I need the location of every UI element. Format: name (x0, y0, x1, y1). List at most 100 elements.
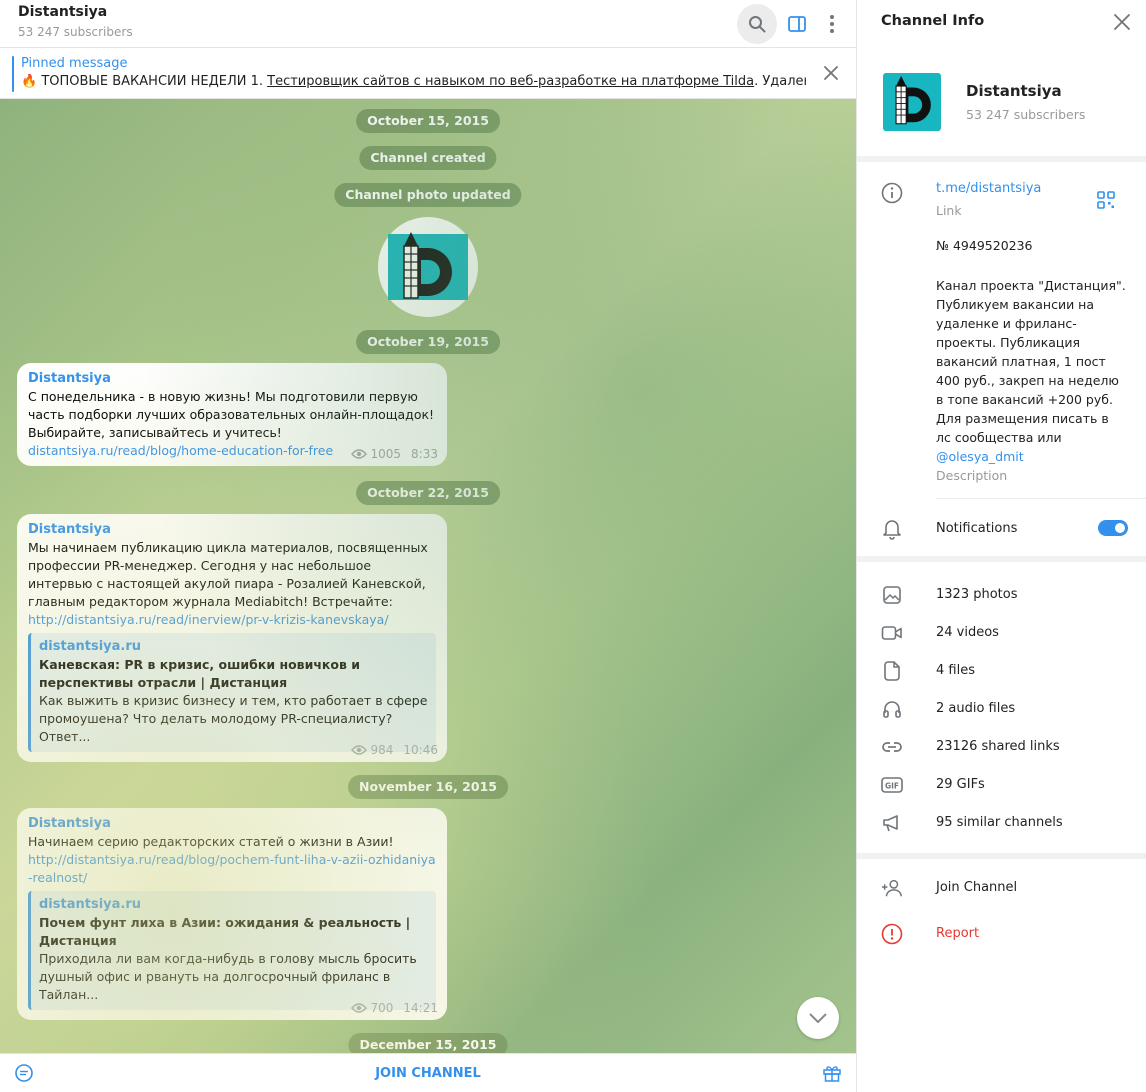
pinned-message-bar[interactable]: Pinned message 🔥 ТОПОВЫЕ ВАКАНСИИ НЕДЕЛИ… (0, 49, 856, 99)
chevron-down-icon (809, 1013, 827, 1023)
message-meta: 1005 8:33 (350, 447, 438, 461)
bell-icon (881, 518, 903, 540)
preview-description: Как выжить в кризис бизнесу и тем, кто р… (39, 693, 428, 744)
toggle-knob (1113, 521, 1127, 535)
distantsiya-logo-icon (388, 232, 468, 300)
media-links[interactable]: 23126 shared links (936, 739, 1060, 754)
date-pill: October 15, 2015 (356, 109, 500, 133)
info-icon (881, 182, 903, 204)
join-channel-button[interactable]: JOIN CHANNEL (0, 1054, 856, 1092)
message-bubble[interactable]: Distantsiya С понедельника - в новую жиз… (17, 363, 447, 466)
gift-icon (823, 1066, 841, 1082)
channel-photo[interactable] (378, 217, 478, 317)
gif-icon: GIF (881, 774, 903, 796)
message-author[interactable]: Distantsiya (28, 816, 436, 831)
more-button[interactable] (812, 4, 852, 44)
search-button[interactable] (737, 4, 777, 44)
add-user-icon (881, 877, 903, 899)
message-bubble[interactable]: Distantsiya Начинаем серию редакторских … (17, 808, 447, 1020)
qr-code-icon (1097, 191, 1115, 209)
pinned-indicator (12, 56, 14, 92)
search-icon (749, 16, 766, 33)
channel-avatar[interactable] (883, 73, 941, 131)
channel-name: Distantsiya (966, 82, 1062, 100)
chat-subscribers: 53 247 subscribers (18, 25, 133, 39)
message-time: 8:33 (411, 447, 438, 461)
link-icon (881, 736, 903, 758)
more-vertical-icon (830, 15, 834, 33)
channel-info-panel: Channel Info Distantsiya 53 247 subscrib… (856, 0, 1146, 1092)
close-info-button[interactable] (1112, 12, 1132, 32)
channel-description: Канал проекта "Дистанция". Публикуем вак… (936, 276, 1126, 466)
link-caption: Link (936, 203, 962, 218)
media-videos[interactable]: 24 videos (936, 625, 999, 640)
description-caption: Description (936, 468, 1008, 483)
report-item[interactable]: Report (936, 926, 979, 941)
channel-id: № 4949520236 (936, 238, 1033, 253)
service-message-created: Channel created (359, 146, 497, 170)
message-bubble[interactable]: Distantsiya Мы начинаем публикацию цикла… (17, 514, 447, 762)
eye-icon (350, 745, 367, 755)
message-text: Начинаем серию редакторских статей о жиз… (28, 834, 394, 849)
pinned-prefix: 🔥 ТОПОВЫЕ ВАКАНСИИ НЕДЕЛИ 1. (21, 74, 268, 89)
join-channel-item[interactable]: Join Channel (936, 880, 1017, 895)
mention-link[interactable]: @olesya_dmit (936, 449, 1024, 464)
pinned-title: Pinned message (21, 56, 128, 71)
message-time: 10:46 (403, 743, 438, 757)
pinned-text[interactable]: 🔥 ТОПОВЫЕ ВАКАНСИИ НЕДЕЛИ 1. Тестировщик… (21, 74, 806, 89)
chat-area: October 15, 2015 Channel created Channel… (0, 0, 856, 1092)
message-author[interactable]: Distantsiya (28, 371, 436, 386)
pinned-link[interactable]: Тестировщик сайтов с навыком по веб-разр… (267, 74, 754, 89)
media-audio[interactable]: 2 audio files (936, 701, 1015, 716)
message-text: С понедельника - в новую жизнь! Мы подго… (28, 389, 435, 440)
section-divider (857, 853, 1146, 859)
service-message-photo-updated: Channel photo updated (334, 183, 522, 207)
notifications-label[interactable]: Notifications (936, 521, 1017, 536)
toggle-info-button[interactable] (777, 4, 817, 44)
headphones-icon (881, 698, 903, 720)
eye-icon (350, 449, 367, 459)
message-link[interactable]: http://distantsiya.ru/read/blog/pochem-f… (28, 851, 436, 887)
scroll-down-button[interactable] (797, 997, 839, 1039)
link-preview[interactable]: distantsiya.ru Почем фунт лиха в Азии: о… (28, 891, 436, 1010)
svg-text:GIF: GIF (885, 782, 899, 791)
qr-code-button[interactable] (1097, 191, 1115, 213)
link-preview[interactable]: distantsiya.ru Каневская: PR в кризис, о… (28, 633, 436, 752)
view-count: 1005 (370, 447, 402, 461)
message-author[interactable]: Distantsiya (28, 522, 436, 537)
gift-button[interactable] (822, 1063, 842, 1087)
notifications-toggle[interactable] (1098, 520, 1128, 536)
chat-header[interactable]: Distantsiya 53 247 subscribers (0, 0, 856, 48)
file-icon (881, 660, 903, 682)
bottom-bar: JOIN CHANNEL (0, 1053, 856, 1092)
chat-title[interactable]: Distantsiya (18, 4, 107, 20)
close-pinned-button[interactable] (820, 62, 842, 84)
message-meta: 700 14:21 (350, 1001, 438, 1015)
message-link[interactable]: distantsiya.ru/read/blog/home-education-… (28, 442, 436, 460)
date-pill: October 22, 2015 (356, 481, 500, 505)
similar-channels[interactable]: 95 similar channels (936, 815, 1063, 830)
info-title: Channel Info (881, 13, 985, 29)
media-photos[interactable]: 1323 photos (936, 587, 1018, 602)
pinned-suffix: . Удаленка, ЗП ... (754, 74, 806, 89)
preview-title: Каневская: PR в кризис, ошибки новичков … (39, 657, 361, 690)
report-icon (881, 923, 903, 945)
channel-subscribers: 53 247 subscribers (966, 107, 1086, 122)
view-count: 984 (370, 743, 394, 757)
video-icon (881, 622, 903, 644)
media-files[interactable]: 4 files (936, 663, 975, 678)
section-divider (857, 156, 1146, 162)
channel-link[interactable]: t.me/distantsiya (936, 181, 1041, 196)
comment-button[interactable] (14, 1063, 34, 1087)
distantsiya-logo-icon (883, 73, 941, 131)
media-gifs[interactable]: 29 GIFs (936, 777, 985, 792)
description-text: Канал проекта "Дистанция". Публикуем вак… (936, 278, 1126, 445)
preview-site: distantsiya.ru (39, 897, 142, 912)
message-text: Мы начинаем публикацию цикла материалов,… (28, 540, 428, 609)
view-count: 700 (370, 1001, 394, 1015)
preview-site: distantsiya.ru (39, 639, 142, 654)
section-divider (857, 556, 1146, 562)
close-icon (824, 66, 838, 80)
chat-background: October 15, 2015 Channel created Channel… (0, 99, 856, 1057)
message-link[interactable]: http://distantsiya.ru/read/inerview/pr-v… (28, 611, 436, 629)
